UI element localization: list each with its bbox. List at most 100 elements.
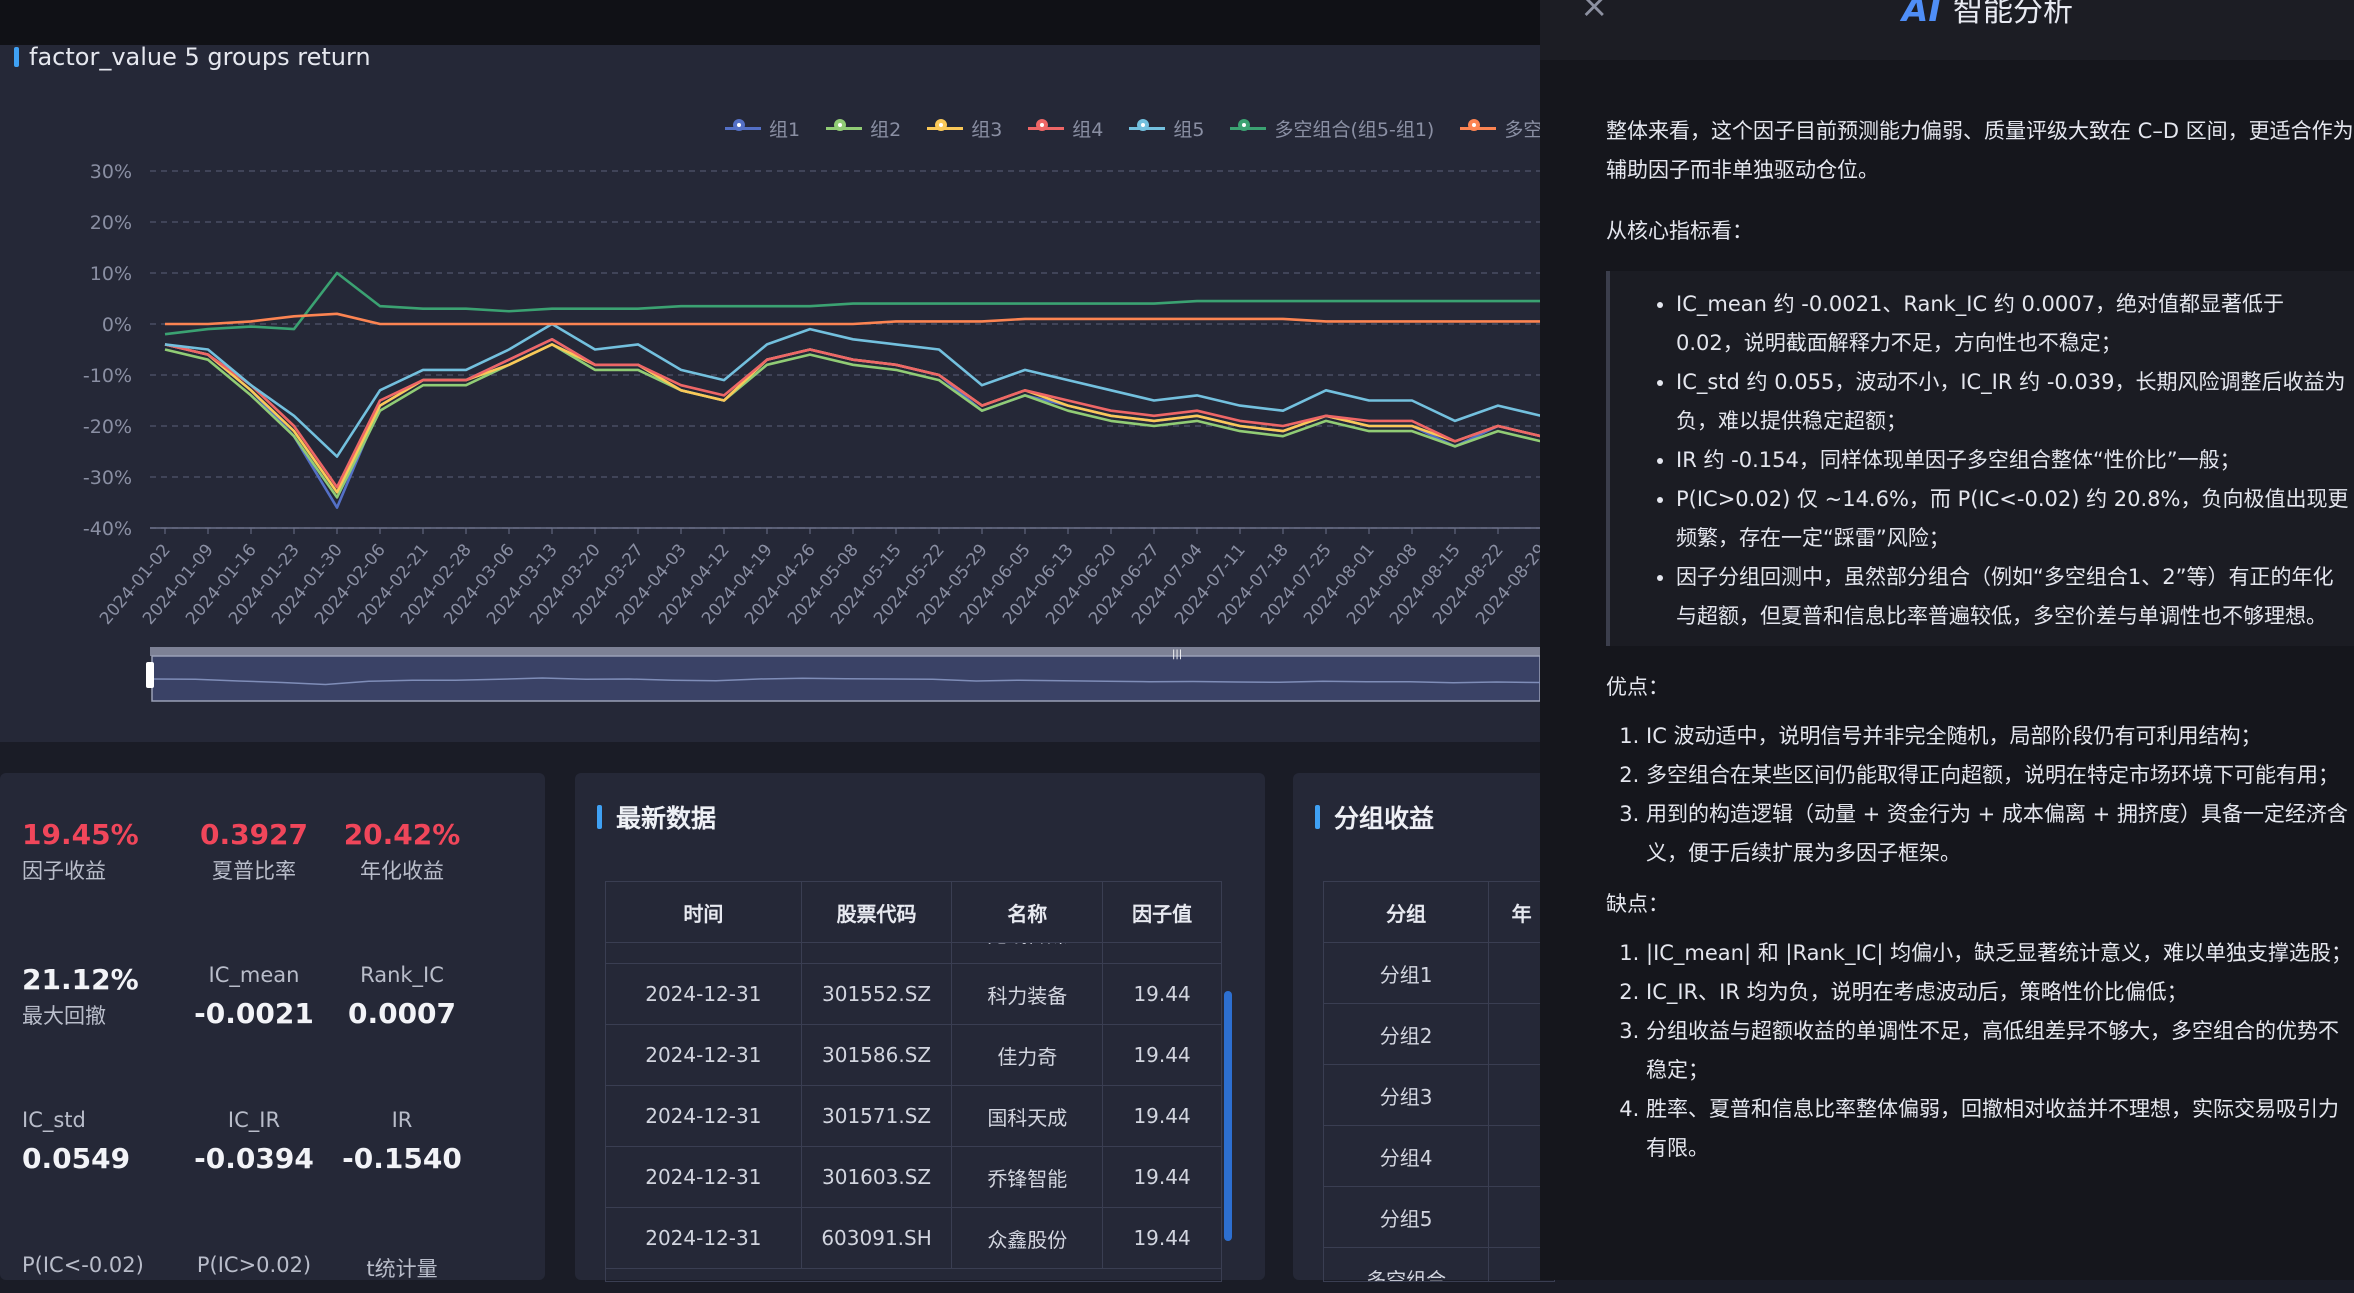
metric-value: 0.0007 [347, 997, 457, 1030]
table-cell: 301552.SZ [802, 964, 953, 1024]
metric-label: Rank_IC [360, 963, 444, 987]
pros-item: 用到的构造逻辑（动量 + 资金行为 + 成本偏离 + 拥挤度）具备一定经济含义，… [1646, 795, 2354, 873]
ai-analysis-panel: × AI 智能分析 整体来看，这个因子目前预测能力偏弱、质量评级大致在 C–D … [1540, 0, 2354, 1280]
table-row[interactable]: 2024-12-31 301603.SZ 乔锋智能 19.44 [606, 1147, 1221, 1208]
column-header[interactable]: 股票代码 [802, 882, 953, 942]
column-header[interactable]: 名称 [952, 882, 1104, 942]
group-name-cell: 分组5 [1324, 1187, 1490, 1247]
series-line [165, 312, 1540, 326]
group-name-cell: 分组3 [1324, 1065, 1490, 1125]
group-name-cell: 分组1 [1324, 943, 1490, 1003]
table-cell: 19.44 [1133, 1104, 1191, 1128]
core-point-item: IR 约 -0.154，同样体现单因子多空组合整体“性价比”一般； [1676, 441, 2354, 480]
table-header: 时间 股票代码 名称 因子值 [606, 882, 1221, 943]
table-row[interactable]: 2024-12-31 301571.SZ 国科天成 19.44 [606, 1086, 1221, 1147]
ai-panel-title: AI 智能分析 [1902, 0, 2073, 30]
intro-paragraph: 整体来看，这个因子目前预测能力偏弱、质量评级大致在 C–D 区间，更适合作为辅助… [1606, 119, 2354, 182]
table-row[interactable]: 2024-12-31301551.SZ无线传媒19.44 [606, 943, 1221, 964]
group-return-title-text: 分组收益 [1334, 804, 1435, 833]
table-row[interactable]: 2024-12-31 301552.SZ 科力装备 19.44 [606, 964, 1221, 1025]
core-point-item: P(IC>0.02) 仅 ~14.6%，而 P(IC<-0.02) 约 20.8… [1676, 480, 2354, 558]
metric: 20.42% 年化收益 [312, 818, 492, 885]
metrics-card: 19.45% 因子收益 0.3927 夏普比率 20.42% 年化收益 21.12% 最大回撤… [0, 773, 545, 1281]
table-scrollbar[interactable] [1224, 991, 1232, 1241]
y-tick-label: 10% [90, 263, 132, 285]
table-cell: 2024-12-31 [606, 1208, 802, 1268]
table-cell: 19.44 [1133, 1043, 1191, 1067]
metric: t统计量 [312, 1253, 492, 1293]
table-cell: 301571.SZ [802, 1086, 953, 1146]
group-return-card: 分组收益 分组年分组1 分组2 分组3 分组4 分组5 多空组合 [1293, 773, 1555, 1282]
table-cell: 19.44 [1133, 1165, 1191, 1189]
table-row[interactable]: 分组3 [1324, 1065, 1554, 1126]
column-header[interactable]: 分组 [1324, 882, 1490, 942]
metric-value: -0.1540 [342, 1142, 462, 1175]
group-name-cell: 分组4 [1324, 1126, 1490, 1186]
metric-value: 20.42% [343, 818, 461, 851]
cons-item: 分组收益与超额收益的单调性不足，高低组差异不够大，多空组合的优势不稳定； [1646, 1012, 2354, 1090]
ai-logo-text: AI [1902, 0, 1941, 30]
column-header[interactable]: 因子值 [1103, 882, 1221, 942]
table-cell: 科力装备 [952, 964, 1104, 1024]
group-return-chart-panel: factor_value 5 groups return 组1 组2 组3 组4 组5 多… [0, 43, 1619, 742]
table-cell: 301586.SZ [802, 1025, 953, 1085]
y-tick-label: -20% [83, 416, 132, 438]
table-row[interactable]: 分组5 [1324, 1187, 1554, 1248]
cons-heading: 缺点： [1606, 892, 1669, 916]
core-point-item: IC_mean 约 -0.0021、Rank_IC 约 0.0007，绝对值都显… [1676, 285, 2354, 363]
group-return-table: 分组年分组1 分组2 分组3 分组4 分组5 多空组合 [1323, 881, 1555, 1282]
group-return-title: 分组收益 [1315, 799, 1434, 835]
zoom-handle-left[interactable] [146, 662, 154, 688]
y-tick-label: -10% [83, 365, 132, 387]
table-cell: 佳力奇 [952, 1025, 1104, 1085]
metric: Rank_IC 0.0007 [312, 963, 492, 1030]
metric: IR -0.1540 [312, 1108, 492, 1175]
table-row[interactable]: 多空组合 [1324, 1248, 1554, 1281]
table-cell: 乔锋智能 [952, 1147, 1104, 1207]
metric-label: t统计量 [366, 1257, 438, 1281]
latest-data-title: 最新数据 [597, 799, 716, 835]
table-cell: 301603.SZ [802, 1147, 953, 1207]
cons-item: |IC_mean| 和 |Rank_IC| 均偏小，缺乏显著统计意义，难以单独支… [1646, 934, 2354, 973]
table-body-scroll[interactable]: 2024-12-31301551.SZ无线传媒19.442024-12-3130… [606, 943, 1221, 1269]
table-cell: 301551.SZ [802, 943, 953, 963]
table-cell: 众鑫股份 [952, 1208, 1104, 1268]
table-row[interactable]: 分组4 [1324, 1126, 1554, 1187]
table-cell: 2024-12-31 [606, 1147, 802, 1207]
title-accent-bar [1315, 805, 1320, 829]
ai-title-text: 智能分析 [1952, 0, 2073, 29]
table-header: 分组年 [1324, 882, 1554, 943]
table-cell: 603091.SH [802, 1208, 953, 1268]
pros-list: IC 波动适中，说明信号并非完全随机，局部阶段仍有可利用结构；多空组合在某些区间… [1606, 717, 2354, 873]
core-points-quote: IC_mean 约 -0.0021、Rank_IC 约 0.0007，绝对值都显… [1606, 271, 2354, 646]
top-bar [0, 0, 1540, 45]
zoom-grip-icon[interactable]: ||| [1172, 649, 1182, 660]
zoom-slider-track[interactable] [150, 647, 1540, 656]
table-cell: 19.44 [1133, 982, 1191, 1006]
y-tick-label: 20% [90, 212, 132, 234]
pros-heading: 优点： [1606, 675, 1669, 699]
ai-analysis-body: 整体来看，这个因子目前预测能力偏弱、质量评级大致在 C–D 区间，更适合作为辅助… [1606, 112, 2354, 1168]
latest-data-card: 最新数据 时间股票代码名称因子值2024-12-31301551.SZ无线传媒1… [575, 773, 1265, 1282]
column-header[interactable]: 时间 [606, 882, 802, 942]
cons-item: 胜率、夏普和信息比率整体偏弱，回撤相对收益并不理想，实际交易吸引力有限。 [1646, 1090, 2354, 1168]
table-row[interactable]: 分组2 [1324, 1004, 1554, 1065]
table-cell: 2024-12-31 [606, 1025, 802, 1085]
table-cell: 2024-12-31 [606, 1086, 802, 1146]
core-point-item: IC_std 约 0.055，波动不小，IC_IR 约 -0.039，长期风险调… [1676, 363, 2354, 441]
table-row[interactable]: 2024-12-31 301586.SZ 佳力奇 19.44 [606, 1025, 1221, 1086]
table-row[interactable]: 2024-12-31 603091.SH 众鑫股份 19.44 [606, 1208, 1221, 1269]
pros-item: 多空组合在某些区间仍能取得正向超额，说明在特定市场环境下可能有用； [1646, 756, 2354, 795]
core-points-list: IC_mean 约 -0.0021、Rank_IC 约 0.0007，绝对值都显… [1610, 285, 2354, 636]
group-name-cell: 多空组合 [1324, 1248, 1490, 1281]
latest-data-title-text: 最新数据 [616, 804, 717, 833]
table-row[interactable]: 分组1 [1324, 943, 1554, 1004]
pros-item: IC 波动适中，说明信号并非完全随机，局部阶段仍有可利用结构； [1646, 717, 2354, 756]
y-tick-label: 0% [102, 314, 132, 336]
metric-label: 年化收益 [360, 859, 444, 883]
close-icon[interactable]: × [1580, 0, 1609, 26]
table-cell: 2024-12-31 [606, 964, 802, 1024]
series-line [164, 322, 1540, 458]
title-accent-bar [597, 805, 602, 829]
core-heading: 从核心指标看： [1606, 219, 1753, 243]
